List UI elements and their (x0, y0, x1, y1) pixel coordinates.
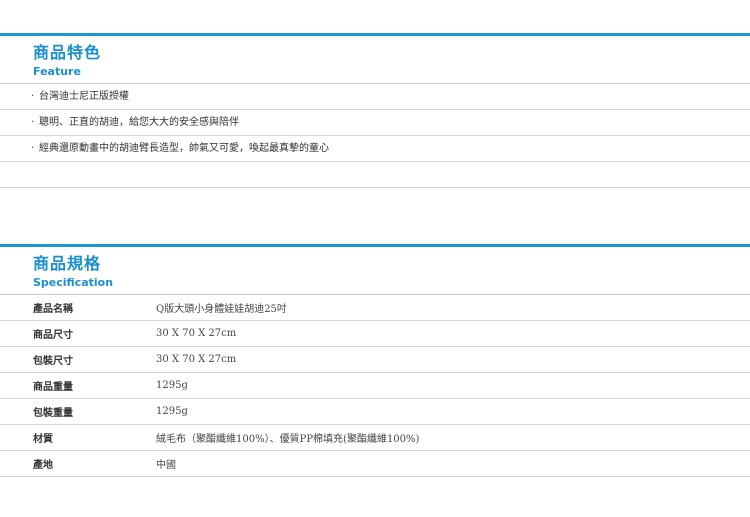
feature-list: · 台灣迪士尼正版授權 · 聰明、正直的胡迪，給您大大的安全感與陪伴 · 經典還… (0, 84, 750, 188)
spec-label: 產地 (0, 450, 156, 477)
spec-label: 包裝尺寸 (0, 346, 156, 373)
feature-title: 商品特色 (33, 43, 102, 62)
feature-item: · 台灣迪士尼正版授權 (0, 84, 750, 110)
spec-row: 包裝重量 1295g (0, 398, 750, 425)
feature-subtitle: Feature (33, 65, 81, 78)
spec-value: Q版大頭小身體娃娃胡迪25吋 (156, 295, 750, 321)
spec-table: 產品名稱 Q版大頭小身體娃娃胡迪25吋 商品尺寸 30 X 70 X 27cm … (0, 295, 750, 477)
spec-label: 產品名稱 (0, 295, 156, 321)
feature-item-text: 聰明、正直的胡迪，給您大大的安全感與陪伴 (39, 117, 239, 128)
spec-value: 30 X 70 X 27cm (156, 346, 750, 373)
spec-label: 商品尺寸 (0, 320, 156, 347)
bullet-dot: · (31, 117, 35, 128)
feature-item: · 經典還原動畫中的胡迪臂長造型，帥氣又可愛，喚起最真摯的童心 (0, 136, 750, 162)
spec-value: 絨毛布（聚酯纖維100%）、優質PP棉填充(聚酯纖維100%) (156, 424, 750, 451)
spec-section: 商品規格 Specification 產品名稱 Q版大頭小身體娃娃胡迪25吋 商… (0, 244, 750, 477)
spec-row: 商品尺寸 30 X 70 X 27cm (0, 320, 750, 347)
spec-row: 產品名稱 Q版大頭小身體娃娃胡迪25吋 (0, 295, 750, 321)
spec-title: 商品規格 (33, 254, 102, 273)
spec-subtitle: Specification (33, 276, 114, 289)
spec-label: 商品重量 (0, 372, 156, 399)
spec-value: 1295g (156, 398, 750, 425)
spec-row: 產地 中國 (0, 450, 750, 477)
feature-item-empty (0, 162, 750, 188)
feature-section: 商品特色 Feature · 台灣迪士尼正版授權 · 聰明、正直的胡迪，給您大大… (0, 33, 750, 188)
bullet-dot: · (31, 91, 35, 102)
feature-item: · 聰明、正直的胡迪，給您大大的安全感與陪伴 (0, 110, 750, 136)
bullet-dot: · (31, 143, 35, 154)
feature-header: 商品特色 Feature (0, 33, 750, 84)
spec-label: 材質 (0, 424, 156, 451)
spec-label: 包裝重量 (0, 398, 156, 425)
feature-item-text: 經典還原動畫中的胡迪臂長造型，帥氣又可愛，喚起最真摯的童心 (39, 143, 329, 154)
spec-row: 商品重量 1295g (0, 372, 750, 399)
spec-value: 1295g (156, 372, 750, 399)
spec-row: 包裝尺寸 30 X 70 X 27cm (0, 346, 750, 373)
spec-value: 中國 (156, 450, 750, 477)
spec-header: 商品規格 Specification (0, 244, 750, 295)
spec-row: 材質 絨毛布（聚酯纖維100%）、優質PP棉填充(聚酯纖維100%) (0, 424, 750, 451)
spec-value: 30 X 70 X 27cm (156, 320, 750, 347)
feature-item-text: 台灣迪士尼正版授權 (39, 91, 129, 102)
